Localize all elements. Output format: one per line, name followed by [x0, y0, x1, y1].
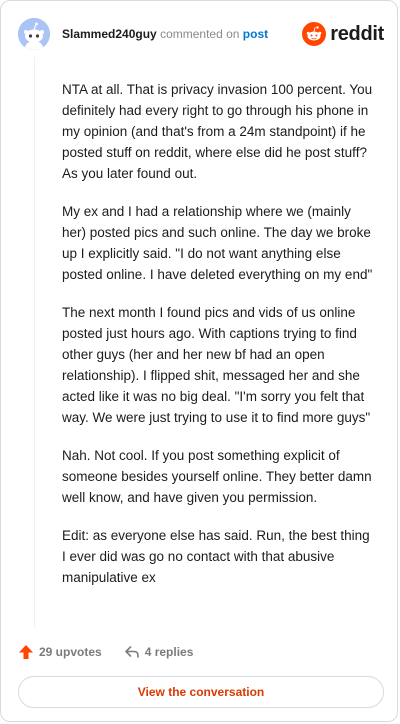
comment-paragraph: My ex and I had a relationship where we … — [62, 204, 373, 282]
reddit-wordmark: reddit — [330, 22, 384, 45]
comment-paragraph: NTA at all. That is privacy invasion 100… — [62, 82, 373, 181]
post-link[interactable]: post — [243, 27, 268, 41]
upvote-count: 29 upvotes — [39, 645, 102, 659]
reddit-logo[interactable]: reddit — [302, 22, 384, 46]
username-link[interactable]: Slammed240guy — [62, 27, 157, 41]
upvote-arrow-icon — [19, 645, 33, 659]
comment-byline: Slammed240guy commented on post — [62, 27, 268, 41]
snoo-avatar-icon — [18, 18, 50, 50]
comment-header: Slammed240guy commented on post reddit — [18, 18, 384, 50]
upvote-button[interactable]: 29 upvotes — [18, 644, 102, 660]
user-avatar[interactable] — [18, 18, 50, 50]
comment-action-text: commented on — [160, 27, 240, 41]
comment-paragraph: Edit: as everyone else has said. Run, th… — [62, 528, 370, 585]
replies-button[interactable]: 4 replies — [124, 644, 194, 660]
reddit-snoo-icon — [302, 22, 327, 46]
thread-line[interactable] — [34, 57, 35, 627]
comment-card: Slammed240guy commented on post reddit N… — [0, 0, 398, 722]
reply-count: 4 replies — [144, 645, 194, 659]
comment-actions: 29 upvotes 4 replies — [18, 641, 215, 663]
comment-paragraph: Nah. Not cool. If you post something exp… — [62, 448, 372, 505]
comment-body: NTA at all. That is privacy invasion 100… — [62, 79, 374, 605]
comment-paragraph: The next month I found pics and vids of … — [62, 305, 371, 425]
view-conversation-button[interactable]: View the conversation — [18, 676, 384, 708]
reply-arrow-icon — [124, 646, 139, 658]
